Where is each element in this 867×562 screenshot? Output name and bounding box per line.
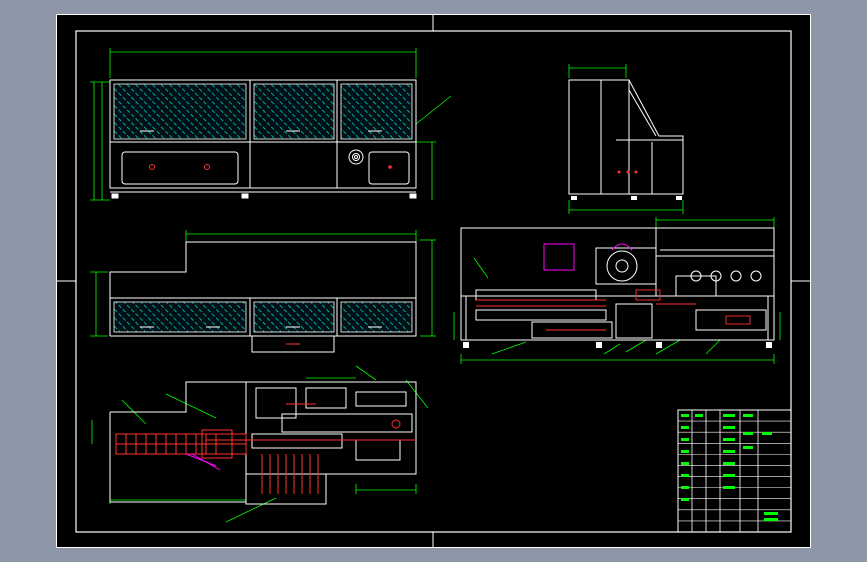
side-elevation xyxy=(568,64,684,214)
rear-elevation xyxy=(90,230,436,353)
title-block xyxy=(677,409,792,533)
front-elevation xyxy=(90,48,452,201)
plan-view xyxy=(91,365,429,523)
cad-drawing-canvas xyxy=(56,14,811,548)
cad-drawing xyxy=(56,14,811,548)
section-view xyxy=(453,217,781,364)
